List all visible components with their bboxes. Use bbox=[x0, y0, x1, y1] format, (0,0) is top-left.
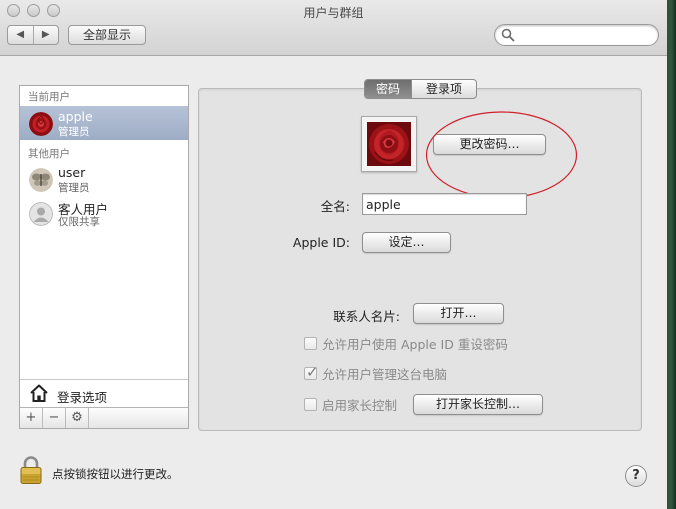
user-name: apple bbox=[58, 109, 93, 124]
forward-arrow-icon[interactable]: ▶ bbox=[32, 26, 59, 44]
open-contacts-card-button[interactable]: 打开… bbox=[413, 303, 504, 324]
apple-id-set-button[interactable]: 设定… bbox=[362, 232, 451, 253]
sidebar-item-user[interactable]: user 管理员 bbox=[20, 162, 188, 196]
tab-login-items[interactable]: 登录项 bbox=[411, 80, 476, 98]
contacts-card-label: 联系人名片: bbox=[333, 309, 400, 324]
show-all-button[interactable]: 全部显示 bbox=[68, 25, 146, 45]
reset-password-checkbox[interactable] bbox=[304, 336, 317, 350]
parental-controls-checkbox[interactable] bbox=[304, 397, 317, 411]
reset-password-checkbox-row[interactable]: 允许用户使用 Apple ID 重设密码 bbox=[304, 335, 508, 352]
full-name-field[interactable] bbox=[362, 193, 527, 215]
lock-status-label: 点按锁按钮以进行更改。 bbox=[52, 467, 179, 481]
login-options-item[interactable]: 登录选项 bbox=[20, 379, 188, 407]
add-user-button[interactable]: + bbox=[20, 408, 43, 428]
admin-checkbox-label: 允许用户管理这台电脑 bbox=[322, 366, 448, 382]
parental-controls-checkbox-label: 启用家长控制 bbox=[322, 397, 398, 413]
toolbar: 用户与群组 ◀ ▶ 全部显示 bbox=[0, 0, 667, 56]
user-role: 管理员 bbox=[58, 182, 90, 194]
reset-password-checkbox-label: 允许用户使用 Apple ID 重设密码 bbox=[322, 336, 508, 352]
back-arrow-icon[interactable]: ◀ bbox=[8, 26, 33, 44]
other-users-label: 其他用户 bbox=[28, 148, 70, 160]
full-name-label: 全名: bbox=[320, 199, 350, 214]
remove-user-button[interactable]: − bbox=[43, 408, 66, 428]
user-picture[interactable] bbox=[361, 116, 417, 172]
users-sidebar: 当前用户 apple 管理员 其他用户 user 管理员 客人用户 仅限共享 登… bbox=[19, 85, 189, 429]
tab-bar: 密码 登录项 bbox=[364, 79, 477, 99]
desktop-edge bbox=[667, 0, 676, 509]
red-rose-avatar-icon bbox=[29, 112, 53, 136]
open-parental-controls-button[interactable]: 打开家长控制… bbox=[413, 394, 543, 415]
apple-id-label: Apple ID: bbox=[292, 235, 350, 250]
sidebar-toolbar: + − ⚙ bbox=[20, 407, 188, 428]
admin-checkbox-row[interactable]: ✓ 允许用户管理这台电脑 bbox=[304, 363, 448, 382]
current-users-label: 当前用户 bbox=[28, 91, 70, 103]
generic-person-avatar-icon bbox=[29, 202, 53, 226]
tab-password[interactable]: 密码 bbox=[365, 80, 411, 98]
user-role: 管理员 bbox=[58, 126, 90, 138]
search-icon bbox=[501, 28, 515, 42]
user-name: user bbox=[58, 165, 86, 180]
checkmark-icon: ✓ bbox=[306, 362, 319, 381]
lock-icon[interactable] bbox=[19, 455, 43, 485]
parental-controls-checkbox-row[interactable]: 启用家长控制 bbox=[304, 396, 398, 413]
user-role: 仅限共享 bbox=[58, 216, 100, 228]
red-rose-picture-icon bbox=[367, 122, 411, 166]
window-title: 用户与群组 bbox=[303, 6, 364, 20]
admin-checkbox[interactable]: ✓ bbox=[304, 363, 319, 381]
sidebar-item-apple[interactable]: apple 管理员 bbox=[20, 106, 188, 140]
users-groups-window: 用户与群组 ◀ ▶ 全部显示 当前用户 apple 管理员 其他用户 user … bbox=[0, 0, 667, 509]
butterfly-avatar-icon bbox=[29, 168, 53, 192]
nav-buttons: ◀ ▶ bbox=[7, 25, 59, 45]
change-password-button[interactable]: 更改密码… bbox=[433, 134, 546, 155]
search-input[interactable] bbox=[494, 24, 659, 46]
gear-icon[interactable]: ⚙ bbox=[66, 408, 89, 428]
login-options-label: 登录选项 bbox=[57, 390, 108, 405]
house-icon bbox=[30, 384, 48, 402]
sidebar-item-guest[interactable]: 客人用户 仅限共享 bbox=[20, 196, 188, 230]
help-button[interactable]: ? bbox=[625, 465, 647, 487]
